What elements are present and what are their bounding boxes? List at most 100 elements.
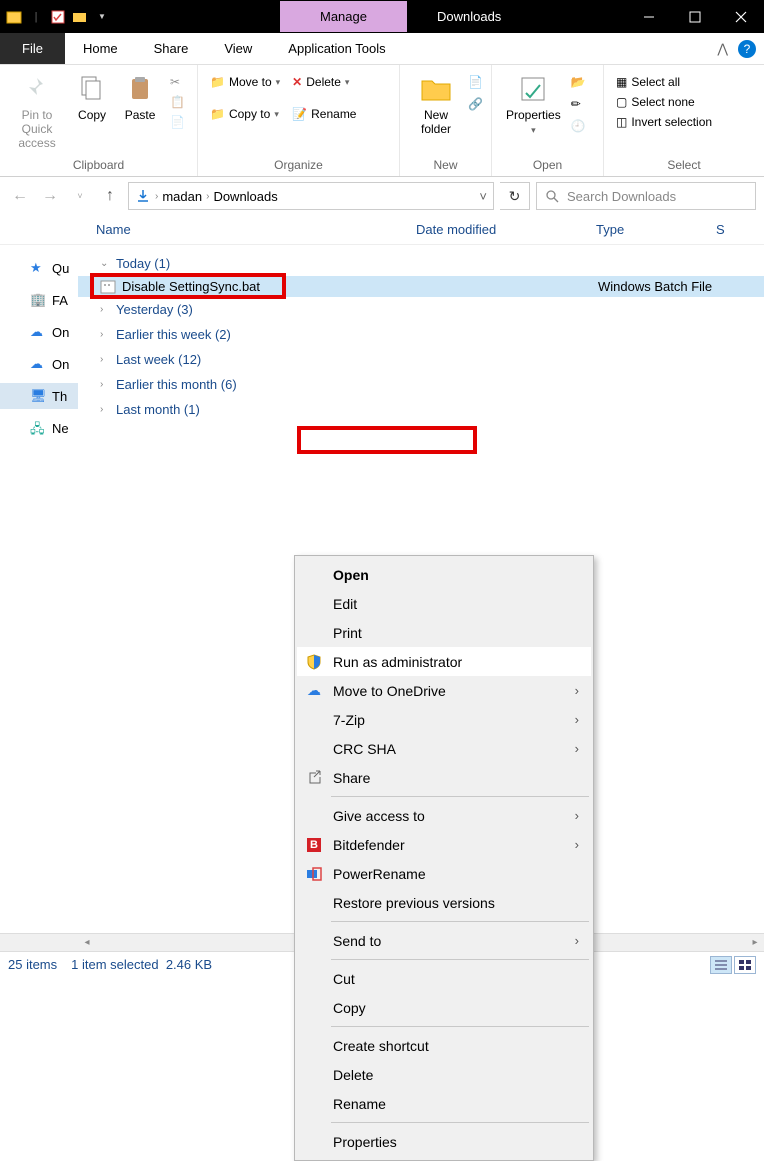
cut-button[interactable]: ✂ — [166, 73, 189, 91]
select-none-icon: ▢ — [616, 95, 627, 109]
chevron-right-icon[interactable]: › — [155, 191, 158, 202]
scissors-icon: ✂ — [170, 75, 180, 89]
copy-path-icon: 📋 — [170, 95, 185, 109]
ctx-edit[interactable]: Edit — [297, 589, 591, 618]
context-tab-manage[interactable]: Manage — [280, 1, 407, 32]
refresh-button[interactable]: ↻ — [500, 182, 530, 210]
nav-onedrive[interactable]: ☁On — [0, 351, 78, 377]
ctx-cut[interactable]: Cut — [297, 964, 591, 993]
open-icon[interactable]: 📂 — [571, 75, 586, 89]
ctx-open[interactable]: Open — [297, 560, 591, 589]
ctx-print[interactable]: Print — [297, 618, 591, 647]
ctx-send-to[interactable]: Send to› — [297, 926, 591, 955]
column-name[interactable]: Name — [96, 222, 416, 237]
paste-button[interactable]: Paste — [118, 69, 162, 127]
group-last-month[interactable]: ›Last month (1) — [78, 397, 764, 422]
minimize-button[interactable] — [626, 0, 672, 33]
tab-application-tools[interactable]: Application Tools — [270, 33, 403, 64]
select-none-button[interactable]: ▢Select none — [612, 93, 716, 111]
delete-button[interactable]: ✕Delete▾ — [288, 73, 360, 91]
up-button[interactable]: ↑ — [98, 184, 122, 208]
chevron-right-icon[interactable]: › — [206, 191, 209, 202]
breadcrumb-seg[interactable]: Downloads — [213, 189, 277, 204]
breadcrumb-seg[interactable]: madan — [162, 189, 202, 204]
large-icons-view-button[interactable] — [734, 956, 756, 974]
group-yesterday[interactable]: ›Yesterday (3) — [78, 297, 764, 322]
easy-access-icon[interactable]: 🔗 — [468, 97, 483, 111]
ctx-bitdefender[interactable]: BBitdefender› — [297, 830, 591, 859]
nav-quick-access[interactable]: ★Qu — [0, 255, 78, 281]
copy-path-button[interactable]: 📋 — [166, 93, 189, 111]
ribbon-collapse-icon[interactable]: ⋀ — [717, 33, 738, 64]
group-last-week[interactable]: ›Last week (12) — [78, 347, 764, 372]
ctx-delete[interactable]: Delete — [297, 1060, 591, 1089]
tab-file[interactable]: File — [0, 33, 65, 64]
copy-button[interactable]: Copy — [70, 69, 114, 127]
group-today[interactable]: ⌄Today (1) — [78, 251, 764, 276]
status-selection: 1 item selected 2.46 KB — [71, 957, 212, 972]
new-folder-button[interactable]: New folder — [408, 69, 464, 141]
nav-item[interactable]: 🏢FA — [0, 287, 78, 313]
tab-share[interactable]: Share — [136, 33, 207, 64]
copy-to-button[interactable]: 📁Copy to▾ — [206, 105, 284, 123]
ctx-move-onedrive[interactable]: ☁Move to OneDrive› — [297, 676, 591, 705]
shield-icon — [303, 654, 325, 670]
search-input[interactable]: Search Downloads — [536, 182, 756, 210]
tab-home[interactable]: Home — [65, 33, 136, 64]
move-to-button[interactable]: 📁Move to▾ — [206, 73, 284, 91]
chevron-right-icon: › — [575, 683, 579, 698]
details-view-button[interactable] — [710, 956, 732, 974]
breadcrumb[interactable]: › madan › Downloads ˅ — [128, 182, 494, 210]
paste-icon — [124, 73, 156, 105]
select-all-button[interactable]: ▦Select all — [612, 73, 716, 91]
invert-selection-button[interactable]: ◫Invert selection — [612, 113, 716, 131]
properties-button[interactable]: Properties ▾ — [500, 69, 567, 139]
back-button[interactable]: ← — [8, 184, 32, 208]
title-bar: | ▼ Manage Downloads — [0, 0, 764, 33]
history-icon[interactable]: 🕘 — [571, 119, 586, 133]
nav-this-pc[interactable]: 🖥Th — [0, 383, 78, 409]
column-date[interactable]: Date modified — [416, 222, 596, 237]
qat-newfolder-icon[interactable] — [72, 9, 88, 25]
ctx-7zip[interactable]: 7-Zip› — [297, 705, 591, 734]
nav-onedrive[interactable]: ☁On — [0, 319, 78, 345]
star-icon: ★ — [30, 260, 46, 276]
ctx-restore-versions[interactable]: Restore previous versions — [297, 888, 591, 917]
powerrename-icon — [303, 867, 325, 881]
tab-view[interactable]: View — [206, 33, 270, 64]
nav-network[interactable]: 🖧Ne — [0, 415, 78, 441]
maximize-button[interactable] — [672, 0, 718, 33]
ctx-rename[interactable]: Rename — [297, 1089, 591, 1118]
qat-dropdown-icon[interactable]: ▼ — [94, 9, 110, 25]
close-button[interactable] — [718, 0, 764, 33]
forward-button[interactable]: → — [38, 184, 62, 208]
file-row-selected[interactable]: Disable SettingSync.bat Windows Batch Fi… — [78, 276, 764, 297]
ctx-run-as-admin[interactable]: Run as administrator — [297, 647, 591, 676]
separator — [331, 921, 589, 922]
copy-icon — [76, 73, 108, 105]
ctx-give-access[interactable]: Give access to› — [297, 801, 591, 830]
chevron-right-icon: › — [575, 933, 579, 948]
group-this-month[interactable]: ›Earlier this month (6) — [78, 372, 764, 397]
paste-shortcut-button[interactable]: 📄 — [166, 113, 189, 131]
ctx-powerrename[interactable]: PowerRename — [297, 859, 591, 888]
scroll-left-icon[interactable]: ◂ — [78, 937, 96, 948]
scroll-right-icon[interactable]: ▸ — [746, 937, 764, 948]
ctx-properties[interactable]: Properties — [297, 1127, 591, 1156]
new-item-icon[interactable]: 📄 — [468, 75, 483, 89]
ctx-crc-sha[interactable]: CRC SHA› — [297, 734, 591, 763]
pin-to-quick-access-button[interactable]: Pin to Quick access — [8, 69, 66, 154]
help-icon[interactable]: ? — [738, 40, 756, 58]
ctx-create-shortcut[interactable]: Create shortcut — [297, 1031, 591, 1060]
qat-properties-icon[interactable] — [50, 9, 66, 25]
breadcrumb-dropdown-icon[interactable]: ˅ — [479, 189, 487, 204]
column-type[interactable]: Type — [596, 222, 716, 237]
group-this-week[interactable]: ›Earlier this week (2) — [78, 322, 764, 347]
rename-button[interactable]: 📝Rename — [288, 105, 360, 123]
group-select-label: Select — [612, 158, 756, 174]
ctx-copy[interactable]: Copy — [297, 993, 591, 1022]
ctx-share[interactable]: Share — [297, 763, 591, 792]
edit-icon[interactable]: ✏ — [571, 97, 586, 111]
column-size[interactable]: S — [716, 222, 764, 237]
recent-dropdown[interactable]: ˅ — [68, 184, 92, 208]
